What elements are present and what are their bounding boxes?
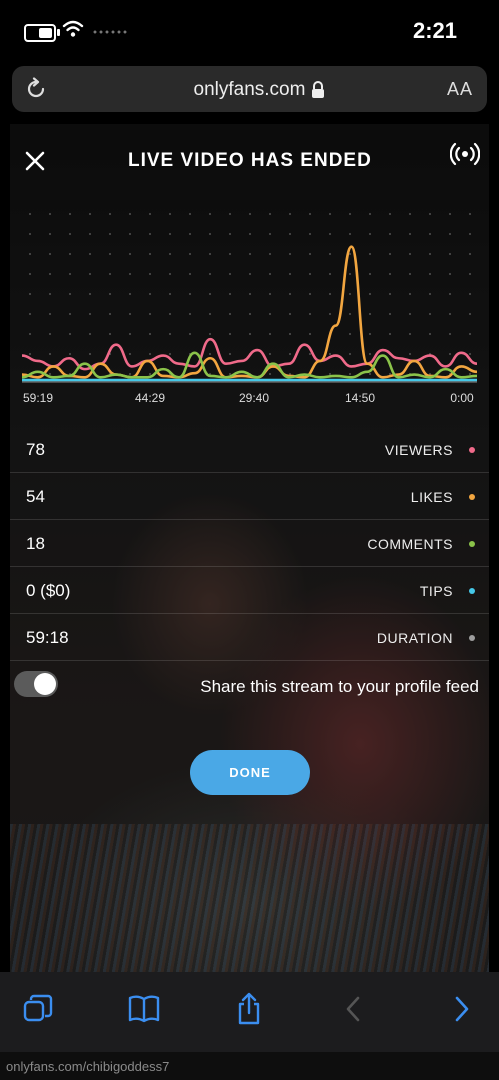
stats-list: 78 VIEWERS 54 LIKES 18 COMMENTS 0 ($0) TIPS 59:1…: [10, 426, 489, 661]
x-tick-label: 44:29: [135, 391, 165, 405]
stat-row-tips: 0 ($0) TIPS: [10, 567, 489, 614]
bookmarks-icon[interactable]: [127, 992, 161, 1026]
x-tick-label: 14:50: [345, 391, 375, 405]
stat-label: VIEWERS: [384, 442, 453, 458]
address-bar[interactable]: onlyfans.com AA: [12, 66, 487, 112]
close-icon[interactable]: [24, 150, 46, 172]
url-text[interactable]: onlyfans.com: [12, 79, 487, 101]
stat-row-duration: 59:18 DURATION: [10, 614, 489, 661]
stat-label: TIPS: [419, 583, 453, 599]
stat-color-dot: [469, 635, 475, 641]
footer-url: onlyfans.com/chibigoddess7: [6, 1059, 170, 1074]
page-title: LIVE VIDEO HAS ENDED: [128, 150, 372, 171]
page-url-footer: onlyfans.com/chibigoddess7: [0, 1052, 499, 1080]
stat-value: 54: [26, 487, 45, 506]
series-line-1: [21, 245, 478, 379]
stat-value: 59:18: [26, 628, 69, 647]
toggle-knob: [34, 673, 56, 695]
stat-value: 0 ($0): [26, 581, 71, 600]
stat-label: COMMENTS: [367, 536, 453, 552]
battery-level: [38, 28, 52, 38]
lock-icon: [312, 81, 324, 98]
x-tick-label: 29:40: [239, 391, 269, 405]
text-size-button[interactable]: AA: [447, 79, 473, 100]
signal-dots-icon: [92, 30, 128, 34]
stat-value: 78: [26, 440, 45, 459]
stat-label: LIKES: [410, 489, 453, 505]
tabs-icon[interactable]: [21, 992, 55, 1026]
share-label: Share this stream to your profile feed: [200, 677, 479, 696]
stream-summary: LIVE VIDEO HAS ENDED 59:19 44:29 29:40 14:5…: [10, 124, 489, 972]
status-time: 2:21: [413, 18, 458, 43]
share-icon[interactable]: [232, 992, 266, 1026]
broadcast-icon: [450, 142, 480, 166]
stat-value: 18: [26, 534, 45, 553]
x-tick-label: 59:19: [23, 391, 53, 405]
x-tick-label: 0:00: [450, 391, 474, 405]
stat-color-dot: [469, 447, 475, 453]
browser-toolbar: [0, 972, 499, 1052]
status-bar: 2:21: [0, 0, 499, 62]
stat-color-dot: [469, 588, 475, 594]
share-toggle[interactable]: [14, 671, 58, 697]
done-button[interactable]: DONE: [190, 750, 310, 795]
stat-color-dot: [469, 541, 475, 547]
back-icon[interactable]: [337, 992, 371, 1026]
stat-row-comments: 18 COMMENTS: [10, 520, 489, 567]
forward-icon[interactable]: [444, 992, 478, 1026]
stat-label: DURATION: [376, 630, 453, 646]
wifi-icon: [62, 20, 84, 37]
stat-row-viewers: 78 VIEWERS: [10, 426, 489, 473]
stat-row-likes: 54 LIKES: [10, 473, 489, 520]
stat-color-dot: [469, 494, 475, 500]
battery-icon: [24, 24, 60, 42]
